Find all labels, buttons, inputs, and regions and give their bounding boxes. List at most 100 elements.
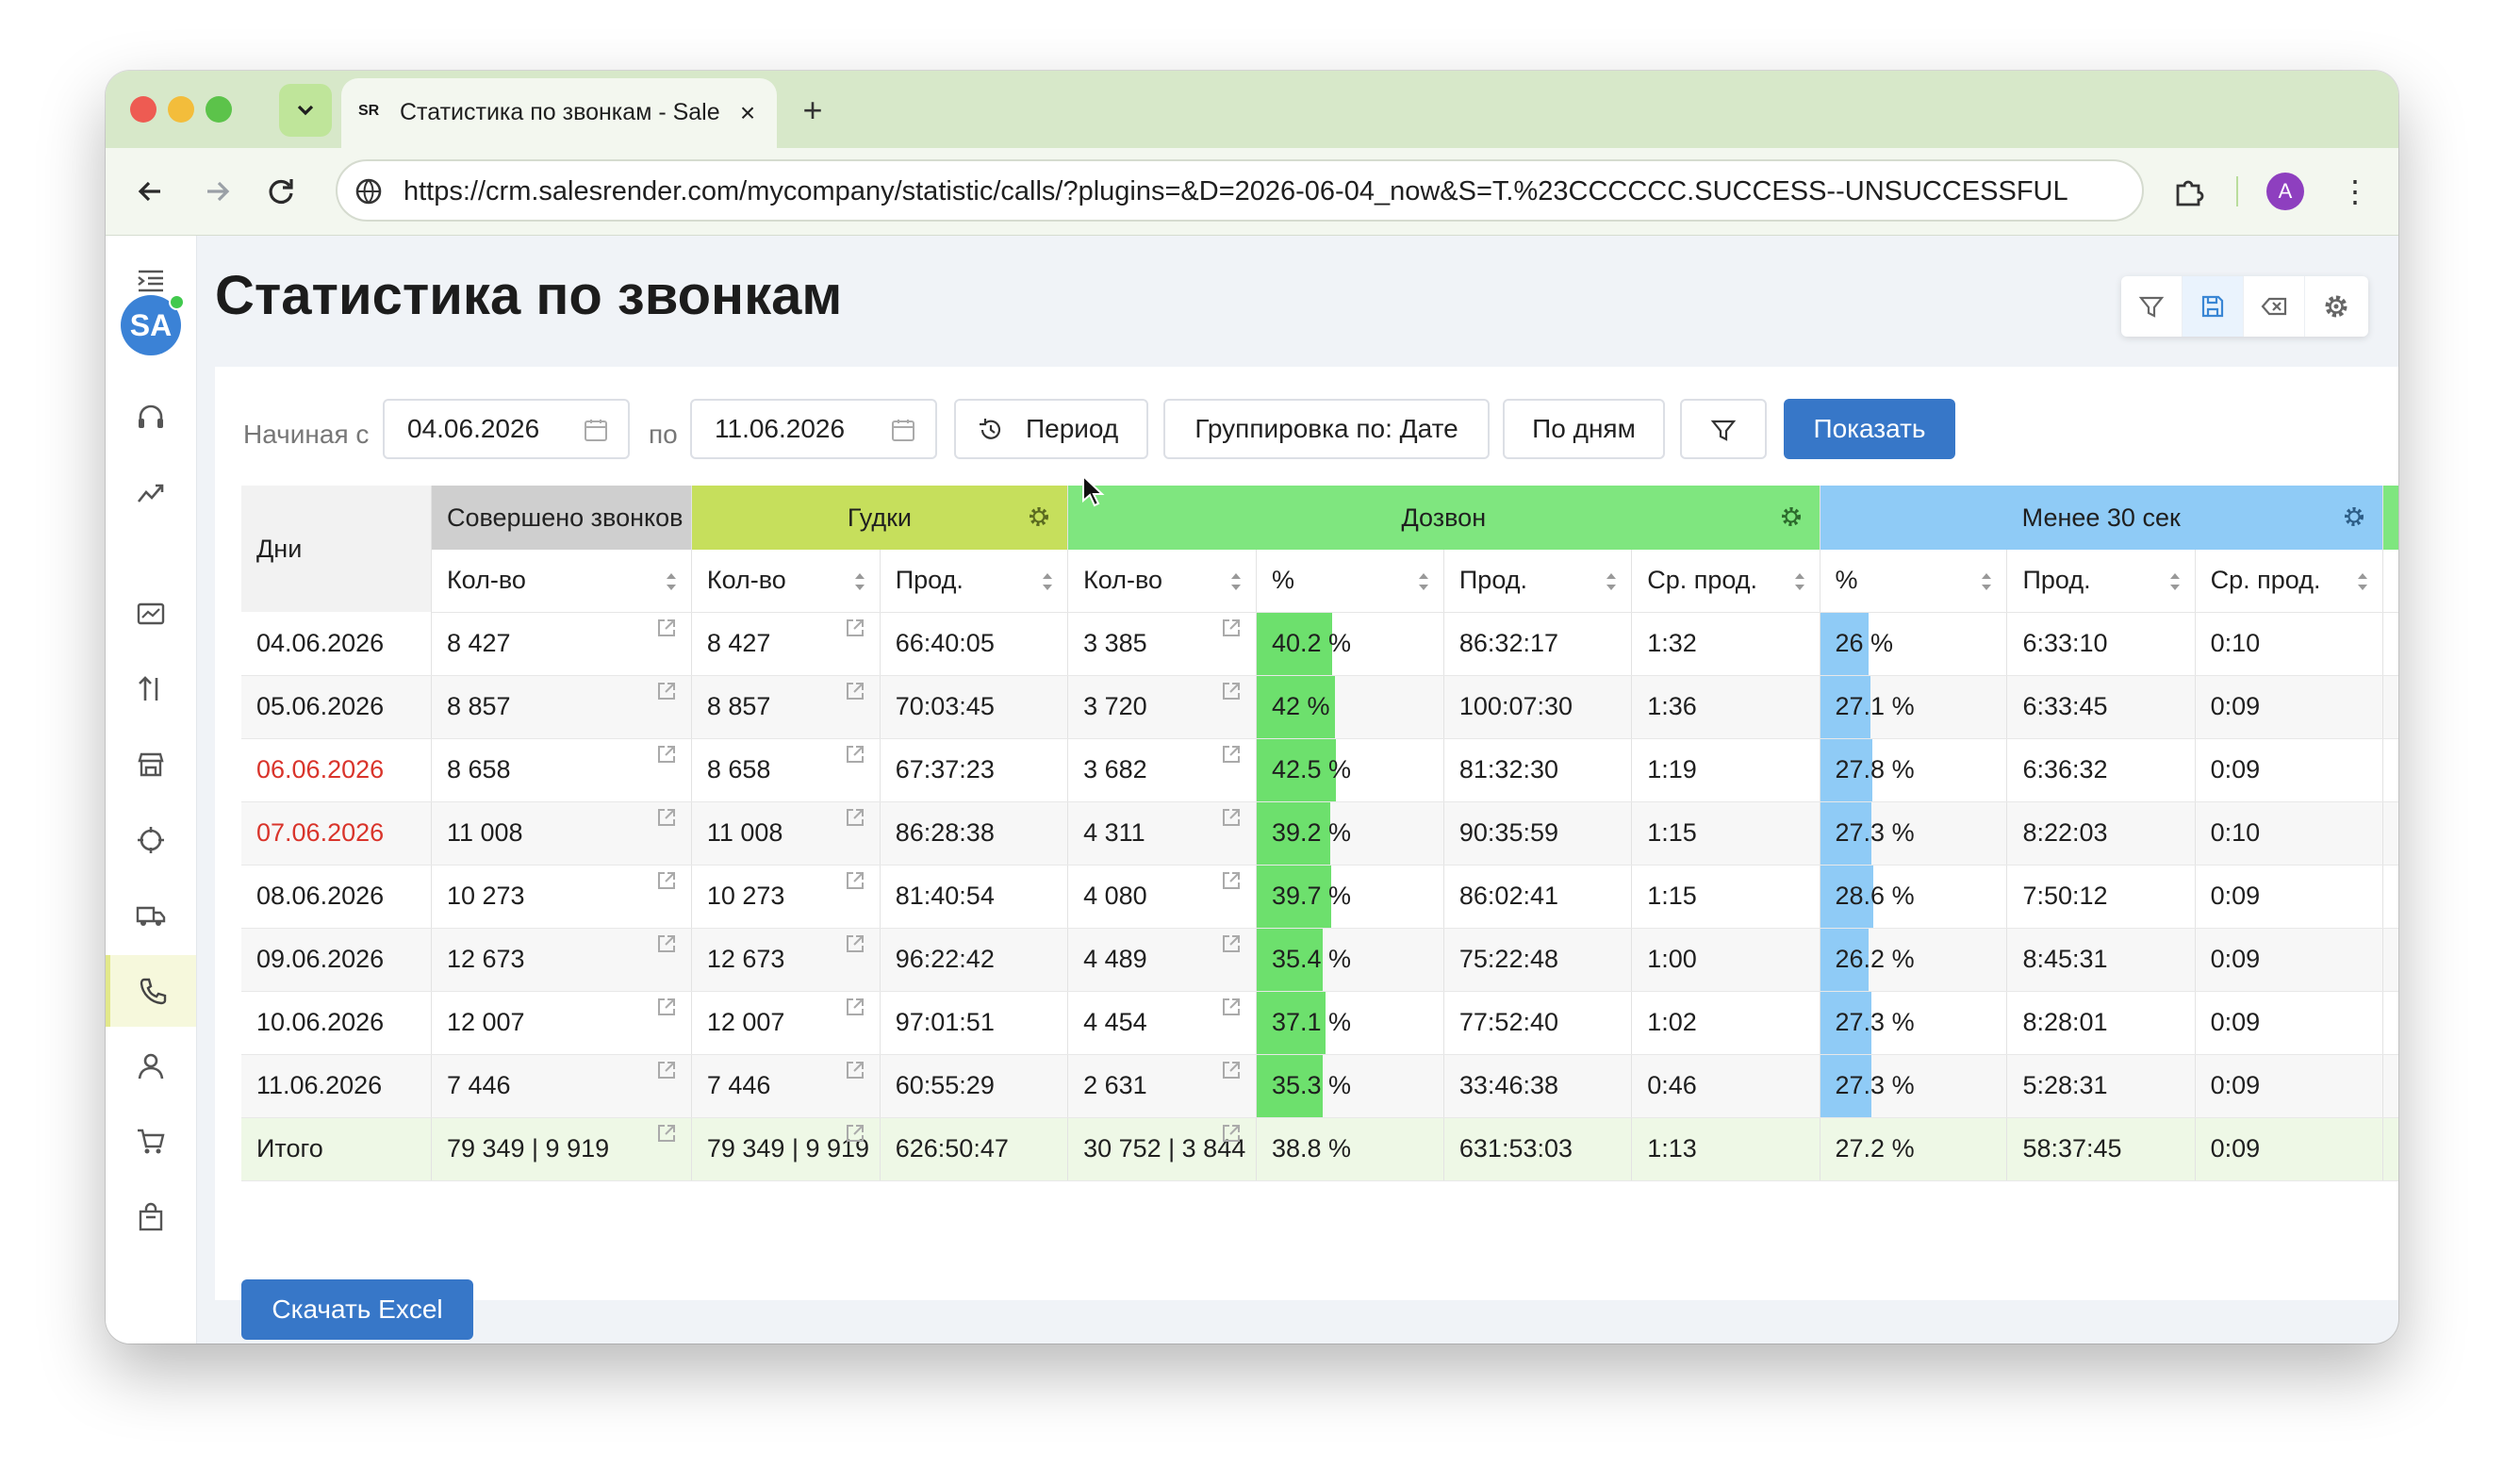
open-external-icon[interactable] [655, 1059, 678, 1081]
tab-search-button[interactable] [279, 84, 332, 137]
save-tool-button[interactable] [2183, 276, 2244, 337]
gear-icon[interactable] [1778, 503, 1804, 530]
column-header-calls-qty[interactable]: Кол-во [431, 550, 692, 613]
cell-value: 12 673 [706, 945, 785, 973]
cell-lt30-dur: 7:50:12 [2006, 865, 2196, 929]
open-external-icon[interactable] [655, 743, 678, 766]
open-external-icon[interactable] [1220, 996, 1243, 1018]
open-external-icon[interactable] [1220, 680, 1243, 702]
sidebar-item-sorting[interactable] [106, 653, 196, 725]
back-button[interactable] [130, 171, 172, 212]
open-external-icon[interactable] [1220, 1122, 1243, 1145]
reload-button[interactable] [260, 171, 302, 212]
column-header-dial-avg[interactable]: Ср. прод. [1631, 550, 1820, 613]
period-button[interactable]: Период [954, 399, 1148, 459]
address-bar[interactable]: https://crm.salesrender.com/mycompany/st… [336, 159, 2144, 222]
column-header-label: Прод. [2022, 566, 2091, 595]
sidebar-item-calls[interactable] [106, 955, 196, 1027]
column-header-beeps-qty[interactable]: Кол-во [691, 550, 881, 613]
forward-button[interactable] [196, 171, 238, 212]
column-header-lt30-pct[interactable]: % [1820, 550, 2008, 613]
close-window-button[interactable] [130, 96, 156, 123]
column-header-lt30-avg[interactable]: Ср. прод. [2195, 550, 2383, 613]
group-header-dial-label: Дозвон [1401, 503, 1487, 532]
column-header-dial-pct[interactable]: % [1256, 550, 1444, 613]
tab-close-icon[interactable]: × [732, 97, 764, 129]
column-header-lt30-dur[interactable]: Прод. [2006, 550, 2196, 613]
open-external-icon[interactable] [844, 617, 866, 639]
open-external-icon[interactable] [844, 1122, 866, 1145]
sort-arrows-icon[interactable] [2356, 570, 2369, 593]
by-days-button[interactable]: По дням [1503, 399, 1665, 459]
open-external-icon[interactable] [655, 617, 678, 639]
site-info-icon[interactable] [354, 177, 383, 206]
open-external-icon[interactable] [844, 743, 866, 766]
settings-tool-button[interactable] [2305, 276, 2366, 337]
date-to-input[interactable]: 11.06.2026 [690, 399, 937, 459]
cell-dial-avg: 0:46 [1631, 1054, 1820, 1118]
gear-icon[interactable] [2341, 503, 2367, 530]
columns-filter-button[interactable] [1680, 399, 1767, 459]
grouping-button[interactable]: Группировка по: Дате [1163, 399, 1490, 459]
maximize-window-button[interactable] [206, 96, 232, 123]
browser-tab[interactable]: SR Статистика по звонкам - SalesRender × [341, 78, 777, 148]
download-excel-button[interactable]: Скачать Excel [241, 1279, 473, 1340]
filter-tool-button[interactable] [2121, 276, 2183, 337]
filter-icon [1710, 420, 1737, 441]
days-header[interactable]: Дни [241, 486, 432, 612]
open-external-icon[interactable] [844, 869, 866, 892]
sidebar-item-users[interactable] [106, 1031, 196, 1102]
cell-lt30-dur: 6:33:10 [2006, 612, 2196, 676]
sort-arrows-icon[interactable] [1980, 570, 1993, 593]
sort-arrows-icon[interactable] [2168, 570, 2182, 593]
open-external-icon[interactable] [1220, 743, 1243, 766]
date-from-input[interactable]: 04.06.2026 [383, 399, 630, 459]
minimize-window-button[interactable] [168, 96, 194, 123]
open-external-icon[interactable] [1220, 806, 1243, 829]
open-external-icon[interactable] [1220, 869, 1243, 892]
new-tab-button[interactable]: + [794, 91, 832, 129]
sort-arrows-icon[interactable] [1041, 570, 1054, 593]
browser-menu-icon[interactable]: ⋮ [2340, 171, 2370, 212]
sidebar-item-warehouse[interactable] [106, 729, 196, 800]
sidebar-item-delivery[interactable] [106, 880, 196, 951]
open-external-icon[interactable] [655, 996, 678, 1018]
sort-arrows-icon[interactable] [853, 570, 866, 593]
column-header-beeps-dur[interactable]: Прод. [880, 550, 1069, 613]
sort-arrows-icon[interactable] [1605, 570, 1618, 593]
sort-arrows-icon[interactable] [1229, 570, 1243, 593]
sort-arrows-icon[interactable] [665, 570, 678, 593]
sidebar-item-targets[interactable] [106, 804, 196, 876]
gear-icon[interactable] [1026, 503, 1052, 530]
open-external-icon[interactable] [1220, 1059, 1243, 1081]
cell-beeps-dur: 66:40:05 [880, 612, 1069, 676]
cell-lt30-pct: 26.2 % [1820, 928, 2008, 992]
open-external-icon[interactable] [1220, 617, 1243, 639]
sidebar-item-cart[interactable] [106, 1106, 196, 1178]
extensions-icon[interactable] [2170, 173, 2208, 210]
profile-avatar[interactable]: A [2266, 173, 2304, 210]
open-external-icon[interactable] [844, 680, 866, 702]
open-external-icon[interactable] [655, 869, 678, 892]
open-external-icon[interactable] [655, 1122, 678, 1145]
sidebar-item-reports[interactable] [106, 578, 196, 650]
sidebar-item-operator[interactable] [106, 382, 196, 453]
sort-arrows-icon[interactable] [1793, 570, 1806, 593]
clear-tool-button[interactable] [2244, 276, 2305, 337]
favicon-icon: SR [358, 103, 380, 119]
column-header-dial-qty[interactable]: Кол-во [1067, 550, 1257, 613]
sidebar-item-analytics[interactable] [106, 457, 196, 529]
open-external-icon[interactable] [1220, 932, 1243, 955]
sort-arrows-icon[interactable] [1417, 570, 1430, 593]
cell-value: 6:33:45 [2022, 692, 2108, 720]
open-external-icon[interactable] [655, 806, 678, 829]
open-external-icon[interactable] [655, 680, 678, 702]
open-external-icon[interactable] [844, 932, 866, 955]
column-header-dial-dur[interactable]: Прод. [1443, 550, 1633, 613]
open-external-icon[interactable] [655, 932, 678, 955]
show-button[interactable]: Показать [1784, 399, 1955, 459]
open-external-icon[interactable] [844, 996, 866, 1018]
sidebar-item-products[interactable] [106, 1181, 196, 1253]
open-external-icon[interactable] [844, 1059, 866, 1081]
open-external-icon[interactable] [844, 806, 866, 829]
